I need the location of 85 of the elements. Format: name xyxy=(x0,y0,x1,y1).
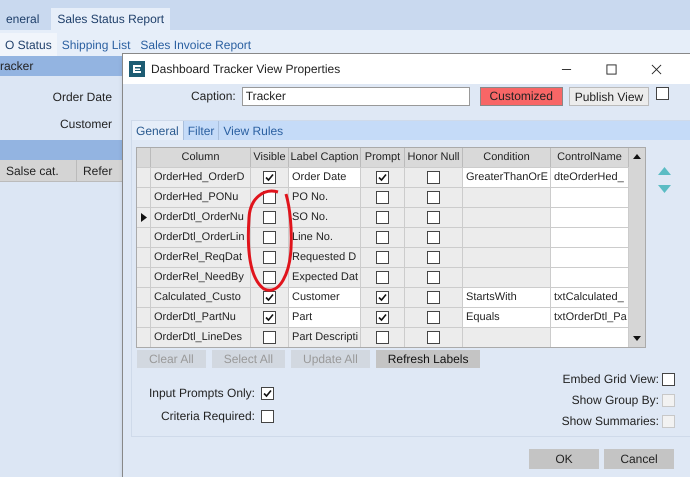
ok-button[interactable]: OK xyxy=(529,449,599,469)
option-label: Show Summaries: xyxy=(562,413,659,430)
table-cell: PO No. xyxy=(289,188,361,207)
checkbox[interactable] xyxy=(376,331,389,344)
checkbox[interactable] xyxy=(376,311,389,324)
checkbox[interactable] xyxy=(376,191,389,204)
column-header: Condition xyxy=(463,148,551,167)
column-header: Honor Null xyxy=(405,148,463,167)
checkbox[interactable] xyxy=(427,171,440,184)
checkbox[interactable] xyxy=(263,251,276,264)
table-cell: Expected Dat xyxy=(289,268,361,287)
maximize-icon[interactable] xyxy=(606,64,617,74)
table-cell: SO No. xyxy=(289,208,361,227)
window-title: Dashboard Tracker View Properties xyxy=(151,61,340,78)
tab[interactable]: View Rules xyxy=(218,121,288,140)
app-tab[interactable]: eneral xyxy=(0,8,46,30)
checkbox[interactable] xyxy=(376,271,389,284)
app-subtab[interactable]: Shipping List xyxy=(56,33,136,56)
checkbox[interactable] xyxy=(376,291,389,304)
tab[interactable]: General xyxy=(132,121,183,140)
caption-field[interactable]: Tracker xyxy=(242,86,470,106)
table-cell: OrderRel_ReqDat xyxy=(151,248,251,267)
checkbox[interactable] xyxy=(427,211,440,224)
checkbox[interactable] xyxy=(376,251,389,264)
scroll-down-icon[interactable] xyxy=(633,336,641,341)
checkbox[interactable] xyxy=(376,231,389,244)
grid-button[interactable]: Refresh Labels xyxy=(376,350,480,368)
table-cell: OrderHed_PONu xyxy=(151,188,251,207)
checkbox[interactable] xyxy=(427,271,440,284)
scrollbar[interactable] xyxy=(629,148,645,347)
checkbox[interactable] xyxy=(376,211,389,224)
table-cell: Line No. xyxy=(289,228,361,247)
option-label: Embed Grid View: xyxy=(562,371,659,388)
table-cell: Part Descripti xyxy=(289,328,361,347)
close-icon[interactable] xyxy=(651,64,662,74)
table-cell: OrderDtl_OrderLin xyxy=(151,228,251,247)
table-cell: OrderRel_NeedBy xyxy=(151,268,251,287)
checkbox[interactable] xyxy=(261,410,274,422)
table-cell: OrderHed_OrderD xyxy=(151,168,251,187)
table-cell: txtCalculated_ xyxy=(551,288,629,307)
checkbox[interactable] xyxy=(263,211,276,224)
app-tab[interactable]: Sales Status Report xyxy=(51,8,170,30)
checkbox[interactable] xyxy=(427,291,440,304)
table-cell: OrderDtl_LineDes xyxy=(151,328,251,347)
column-header: Column xyxy=(151,148,251,167)
publish-button[interactable]: Publish View xyxy=(568,86,650,106)
checkbox[interactable] xyxy=(261,386,274,400)
column-header: Prompt xyxy=(361,148,405,167)
checkbox[interactable] xyxy=(662,372,675,386)
status-badge: Customized xyxy=(480,86,563,106)
table-cell: Calculated_Custo xyxy=(151,288,251,307)
option-label: Show Group By: xyxy=(572,392,659,409)
checkbox[interactable] xyxy=(427,331,440,344)
checkbox[interactable] xyxy=(376,171,389,184)
tab[interactable]: Filter xyxy=(182,121,218,140)
table-cell: Requested D xyxy=(289,248,361,267)
column-header: Salse cat. xyxy=(0,160,77,181)
table-cell: OrderDtl_PartNu xyxy=(151,308,251,327)
caption-label: Caption: xyxy=(191,88,236,105)
table-cell: txtOrderDtl_Pa xyxy=(551,308,629,327)
option-label: Criteria Required: xyxy=(160,408,255,425)
app-subtab[interactable]: Sales Invoice Report xyxy=(135,33,256,56)
checkbox[interactable] xyxy=(427,231,440,244)
table-cell: OrderDtl_OrderNu xyxy=(151,208,251,227)
checkbox[interactable] xyxy=(656,87,670,100)
current-row-icon xyxy=(140,213,146,222)
app-subtab[interactable]: O Status xyxy=(0,33,57,56)
app-icon xyxy=(129,61,145,77)
checkbox[interactable] xyxy=(263,331,276,344)
checkbox[interactable] xyxy=(263,171,276,184)
cancel-button[interactable]: Cancel xyxy=(604,449,674,469)
field-label: Order Date xyxy=(52,89,112,106)
column-header: Visible xyxy=(251,148,289,167)
field-label: Customer xyxy=(60,116,112,133)
checkbox[interactable] xyxy=(263,271,276,284)
column-header: Label Caption xyxy=(289,148,361,167)
table-cell: dteOrderHed_ xyxy=(551,168,629,187)
checkbox[interactable] xyxy=(263,291,276,304)
checkbox[interactable] xyxy=(263,231,276,244)
checkbox[interactable] xyxy=(427,191,440,204)
checkbox[interactable] xyxy=(427,251,440,264)
checkbox[interactable] xyxy=(263,311,276,324)
checkbox[interactable] xyxy=(427,311,440,324)
option-label: Input Prompts Only: xyxy=(148,385,255,402)
row-header[interactable] xyxy=(137,208,151,227)
